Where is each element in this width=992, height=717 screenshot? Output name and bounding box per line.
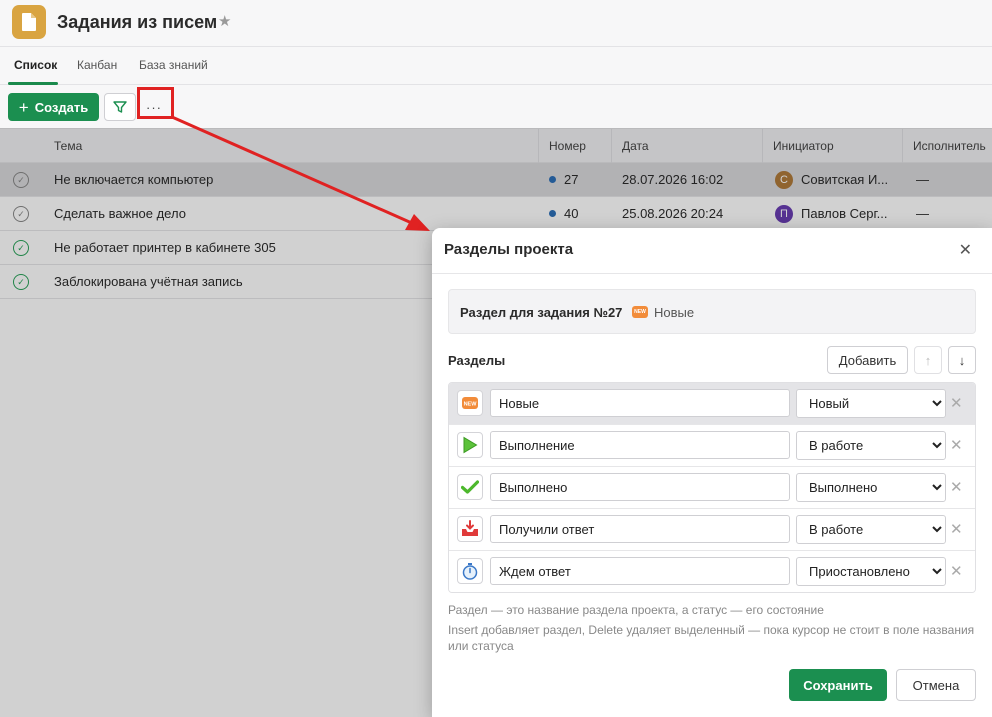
section-name-input[interactable]: [490, 473, 790, 501]
filter-icon: [113, 101, 127, 113]
page-title: Задания из писем: [57, 12, 218, 32]
checkmark-icon[interactable]: [457, 474, 483, 500]
task-section-value: Новые: [654, 305, 695, 320]
sections-heading: Разделы: [448, 353, 506, 368]
save-button[interactable]: Сохранить: [789, 669, 887, 701]
svg-text:NEW: NEW: [464, 402, 478, 408]
play-icon[interactable]: [457, 432, 483, 458]
delete-section-icon[interactable]: ✕: [950, 520, 963, 538]
project-sections-dialog: Разделы проекта ✕ Раздел для задания №27…: [432, 228, 992, 717]
section-status-select[interactable]: В работе: [796, 515, 946, 544]
create-button-label: Создать: [34, 99, 89, 115]
new-badge-icon[interactable]: NEW: [457, 390, 483, 416]
section-row[interactable]: Приостановлено ✕: [449, 551, 975, 592]
create-button[interactable]: + Создать: [8, 93, 99, 121]
task-section-info: Раздел для задания №27 NEW Новые: [448, 289, 976, 334]
section-row[interactable]: NEW Новый ✕: [449, 383, 975, 425]
close-icon[interactable]: ✕: [959, 240, 972, 260]
delete-section-icon[interactable]: ✕: [950, 394, 963, 412]
stopwatch-icon[interactable]: [457, 558, 483, 584]
section-row[interactable]: В работе ✕: [449, 425, 975, 467]
document-icon: [12, 5, 46, 39]
section-name-input[interactable]: [490, 431, 790, 459]
tab-knowledge-base[interactable]: База знаний: [139, 58, 208, 72]
delete-section-icon[interactable]: ✕: [950, 562, 963, 580]
filter-button[interactable]: [104, 93, 136, 121]
star-icon[interactable]: ★: [218, 12, 231, 30]
move-up-button[interactable]: ↑: [914, 346, 942, 374]
section-name-input[interactable]: [490, 389, 790, 417]
delete-section-icon[interactable]: ✕: [950, 436, 963, 454]
plus-icon: +: [18, 97, 29, 117]
tab-bar: Список Канбан База знаний: [0, 47, 992, 85]
inbox-download-icon[interactable]: [457, 516, 483, 542]
new-badge-icon: NEW: [632, 306, 648, 318]
task-section-label: Раздел для задания №27: [460, 305, 623, 320]
section-status-select[interactable]: В работе: [796, 431, 946, 460]
section-row[interactable]: Выполнено ✕: [449, 467, 975, 509]
hint-text: Insert добавляет раздел, Delete удаляет …: [448, 623, 975, 653]
section-status-select[interactable]: Приостановлено: [796, 557, 946, 586]
delete-section-icon[interactable]: ✕: [950, 478, 963, 496]
add-section-button[interactable]: Добавить: [827, 346, 908, 374]
more-actions-button[interactable]: ···: [141, 93, 167, 121]
section-row[interactable]: В работе ✕: [449, 509, 975, 551]
app-header: Задания из писем ★: [0, 0, 992, 47]
section-name-input[interactable]: [490, 557, 790, 585]
tab-list[interactable]: Список: [14, 58, 57, 72]
move-down-button[interactable]: ↓: [948, 346, 976, 374]
sections-list: NEW Новый ✕ В работе ✕ Вы: [448, 382, 976, 593]
section-status-select[interactable]: Новый: [796, 389, 946, 418]
section-status-select[interactable]: Выполнено: [796, 473, 946, 502]
tab-kanban[interactable]: Канбан: [77, 58, 117, 72]
cancel-button[interactable]: Отмена: [896, 669, 976, 701]
dialog-title: Разделы проекта: [444, 241, 574, 258]
hint-text: Раздел — это название раздела проекта, а…: [448, 603, 824, 617]
toolbar: + Создать ···: [0, 85, 992, 128]
section-name-input[interactable]: [490, 515, 790, 543]
divider: [432, 273, 992, 274]
